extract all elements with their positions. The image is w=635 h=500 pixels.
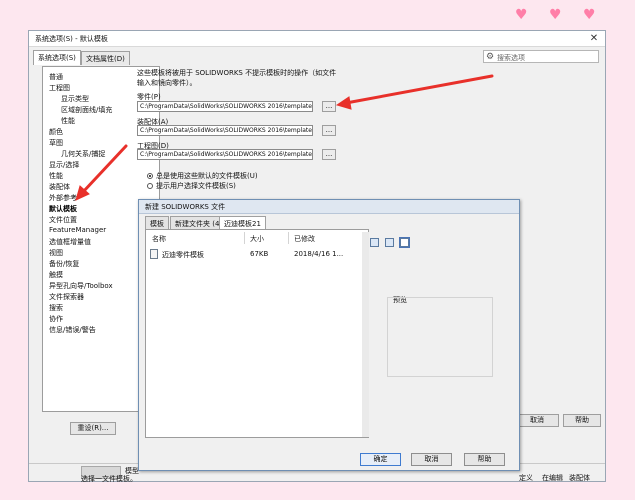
tree-item-display-selection[interactable]: 显示/选择 (49, 160, 79, 170)
preview-pane (387, 297, 493, 377)
file-name: 迈迪零件模板 (162, 251, 204, 259)
radio-unselected-icon (147, 183, 153, 189)
tree-item-collaboration[interactable]: 协作 (49, 314, 63, 324)
column-size[interactable]: 大小 (250, 234, 264, 244)
part-template-path[interactable]: C:\ProgramData\SolidWorks\SOLIDWORKS 201… (137, 101, 313, 112)
gear-icon: ⚙ (486, 52, 495, 62)
template-list: 名称 大小 已修改 迈迪零件模板 67KB 2018/4/16 1... (145, 229, 369, 438)
tab-system-options[interactable]: 系统选项(S) (33, 50, 81, 65)
options-help-button[interactable]: 帮助 (563, 414, 601, 427)
list-view-icon[interactable] (385, 238, 394, 247)
tree-item-search[interactable]: 搜索 (49, 303, 63, 313)
dialog-titlebar: 新建 SOLIDWORKS 文件 (139, 200, 519, 214)
hearts-decoration: ♥ ♥ ♥ (515, 8, 615, 24)
tree-item-default-templates[interactable]: 默认模板 (49, 204, 77, 214)
assembly-template-path[interactable]: C:\ProgramData\SolidWorks\SOLIDWORKS 201… (137, 125, 313, 136)
tree-item-sketch[interactable]: 草图 (49, 138, 63, 148)
list-item[interactable]: 迈迪零件模板 67KB 2018/4/16 1... (150, 249, 364, 260)
search-input[interactable]: ⚙ 搜索选项 (483, 50, 599, 63)
tree-item-relations-snaps[interactable]: 几何关系/捕捉 (61, 149, 105, 159)
radio-always-use-default-label: 总是使用这些默认的文件模板(U) (156, 172, 258, 180)
search-placeholder: 搜索选项 (497, 54, 525, 62)
column-modified[interactable]: 已修改 (294, 234, 315, 244)
reset-button[interactable]: 重设(R)... (70, 422, 116, 435)
new-file-dialog: 新建 SOLIDWORKS 文件 模板 新建文件夹 (4) 迈迪模板21 名称 … (138, 199, 520, 471)
tree-item-view[interactable]: 视图 (49, 248, 63, 258)
radio-always-use-default[interactable]: 总是使用这些默认的文件模板(U) (147, 171, 258, 181)
status-assembly: 装配体 (569, 474, 590, 482)
window-titlebar: 系统选项(S) - 默认模板 ✕ (29, 31, 605, 47)
tree-item-area-hatch[interactable]: 区域剖面线/填充 (61, 105, 112, 115)
drawing-template-path[interactable]: C:\ProgramData\SolidWorks\SOLIDWORKS 201… (137, 149, 313, 160)
tree-item-general[interactable]: 普通 (49, 72, 63, 82)
tree-item-drawing-performance[interactable]: 性能 (61, 116, 75, 126)
close-icon[interactable]: ✕ (587, 33, 601, 45)
tab-maidi-templates[interactable]: 迈迪模板21 (219, 216, 266, 229)
tree-item-assemblies[interactable]: 装配体 (49, 182, 70, 192)
dialog-title: 新建 SOLIDWORKS 文件 (145, 203, 226, 211)
radio-selected-icon (147, 173, 153, 179)
status-hint: 选择一文件模板。 (81, 475, 137, 483)
options-tabs: 系统选项(S) 文档属性(D) (33, 50, 233, 65)
part-browse-button[interactable]: ... (322, 101, 336, 112)
tree-item-colors[interactable]: 颜色 (49, 127, 63, 137)
tree-item-backup-recover[interactable]: 备份/恢复 (49, 259, 79, 269)
column-name[interactable]: 名称 (152, 234, 166, 244)
column-separator (244, 232, 245, 244)
tab-templates[interactable]: 模板 (145, 216, 169, 229)
file-modified: 2018/4/16 1... (294, 250, 344, 258)
assembly-browse-button[interactable]: ... (322, 125, 336, 136)
status-editing: 在编辑 (542, 474, 563, 482)
tree-item-external-references[interactable]: 外部参考 (49, 193, 77, 203)
tree-item-hole-wizard-toolbox[interactable]: 异型孔向导/Toolbox (49, 281, 113, 291)
options-cancel-button[interactable]: 取消 (515, 414, 559, 427)
part-file-icon (150, 249, 158, 259)
tree-item-performance[interactable]: 性能 (49, 171, 63, 181)
tree-item-featuremanager[interactable]: FeatureManager (49, 226, 106, 234)
large-icons-view-icon[interactable] (370, 238, 379, 247)
heart-icon: ♥ (549, 7, 562, 23)
templates-description: 这些模板将被用于 SOLIDWORKS 不提示模板时的操作（如文件输入和镜向零件… (137, 69, 337, 87)
file-size: 67KB (250, 250, 269, 258)
tree-item-file-explorer[interactable]: 文件探索器 (49, 292, 84, 302)
tree-item-display-style[interactable]: 显示类型 (61, 94, 89, 104)
column-separator (288, 232, 289, 244)
window-title: 系统选项(S) - 默认模板 (35, 35, 108, 43)
dialog-cancel-button[interactable]: 取消 (411, 453, 452, 466)
tree-item-messages-errors-warnings[interactable]: 信息/错误/警告 (49, 325, 96, 335)
dialog-help-button[interactable]: 帮助 (464, 453, 505, 466)
radio-prompt-user-label: 提示用户选择文件模板(S) (156, 182, 236, 190)
vertical-scrollbar[interactable] (362, 232, 369, 437)
tab-document-properties[interactable]: 文档属性(D) (81, 51, 130, 65)
tree-item-touch[interactable]: 触摸 (49, 270, 63, 280)
status-defined: 定义 (519, 474, 533, 482)
tree-item-file-locations[interactable]: 文件位置 (49, 215, 77, 225)
tree-item-drawings[interactable]: 工程图 (49, 83, 70, 93)
ok-button[interactable]: 确定 (360, 453, 401, 466)
details-view-icon[interactable] (399, 237, 410, 248)
drawing-browse-button[interactable]: ... (322, 149, 336, 160)
tree-item-spin-box-increments[interactable]: 选值框增量值 (49, 237, 91, 247)
radio-prompt-user[interactable]: 提示用户选择文件模板(S) (147, 181, 236, 191)
heart-icon: ♥ (515, 7, 528, 23)
heart-icon: ♥ (583, 7, 596, 23)
